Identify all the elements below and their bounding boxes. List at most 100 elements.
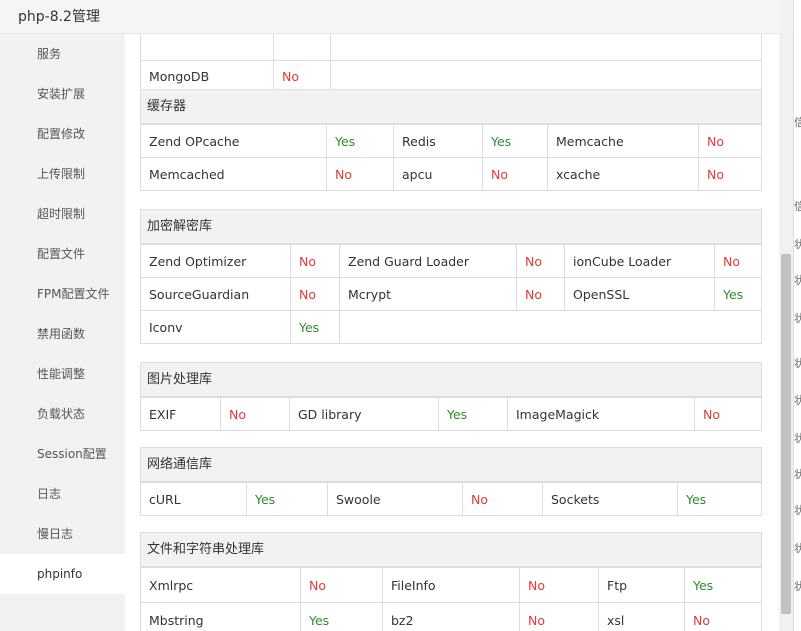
extension-table: Zend OPcache Yes Redis Yes Memcache No M… bbox=[140, 124, 762, 191]
table-row: Memcached No apcu No xcache No bbox=[140, 157, 762, 191]
sidebar-item-disabled-functions[interactable]: 禁用函数 bbox=[0, 314, 125, 354]
extension-name: Zend Guard Loader bbox=[339, 244, 517, 278]
edge-fragment: 状 bbox=[794, 394, 801, 407]
group-title: 图片处理库 bbox=[140, 362, 762, 397]
extension-name: cURL bbox=[140, 482, 247, 516]
extension-status: No bbox=[519, 602, 599, 631]
extension-status: No bbox=[714, 244, 762, 278]
group-file-string: 文件和字符串处理库 Xmlrpc No FileInfo No Ftp Yes … bbox=[140, 532, 762, 631]
extension-name: EXIF bbox=[140, 397, 221, 431]
edge-fragment: 状 bbox=[794, 432, 801, 445]
extension-name: bz2 bbox=[382, 602, 520, 631]
sidebar-item-log[interactable]: 日志 bbox=[0, 474, 125, 514]
extension-name: Redis bbox=[393, 124, 483, 158]
extension-name: Mbstring bbox=[140, 602, 301, 631]
extension-status: No bbox=[300, 567, 383, 603]
table-row: SourceGuardian No Mcrypt No OpenSSL Yes bbox=[140, 277, 762, 311]
edge-fragment: 状 bbox=[794, 357, 801, 370]
sidebar-item-config-edit[interactable]: 配置修改 bbox=[0, 114, 125, 154]
extension-name: xsl bbox=[598, 602, 685, 631]
extension-status: Yes bbox=[684, 567, 762, 603]
extension-status: Yes bbox=[482, 124, 548, 158]
extension-status: No bbox=[519, 567, 599, 603]
table-row: Zend OPcache Yes Redis Yes Memcache No bbox=[140, 124, 762, 158]
extension-status: No bbox=[482, 157, 548, 191]
window-titlebar: php-8.2管理 bbox=[0, 0, 782, 34]
extension-name: SourceGuardian bbox=[140, 277, 291, 311]
extension-status: No bbox=[290, 277, 340, 311]
group-image: 图片处理库 EXIF No GD library Yes ImageMagick… bbox=[140, 362, 762, 431]
extension-name: xcache bbox=[547, 157, 699, 191]
sidebar-item-upload-limit[interactable]: 上传限制 bbox=[0, 154, 125, 194]
scrollbar-thumb[interactable] bbox=[781, 254, 791, 614]
extension-status: Yes bbox=[714, 277, 762, 311]
group-title: 文件和字符串处理库 bbox=[140, 532, 762, 567]
sidebar: 服务 安装扩展 配置修改 上传限制 超时限制 配置文件 FPM配置文件 禁用函数… bbox=[0, 34, 125, 631]
group-cache: 缓存器 Zend OPcache Yes Redis Yes Memcache … bbox=[140, 89, 762, 191]
extension-status: No bbox=[326, 157, 394, 191]
edge-fragment: 状 bbox=[794, 274, 801, 287]
group-title: 加密解密库 bbox=[140, 209, 762, 244]
extension-status: No bbox=[290, 244, 340, 278]
window-title: php-8.2管理 bbox=[18, 9, 100, 25]
extension-status: No bbox=[516, 277, 565, 311]
empty-cell bbox=[339, 310, 762, 344]
edge-fragment: 状 bbox=[794, 238, 801, 251]
extension-status: No bbox=[698, 157, 762, 191]
extension-table: EXIF No GD library Yes ImageMagick No bbox=[140, 397, 762, 431]
extension-name: Sockets bbox=[542, 482, 678, 516]
extension-table: Xmlrpc No FileInfo No Ftp Yes Mbstring Y… bbox=[140, 567, 762, 631]
sidebar-item-timeout-limit[interactable]: 超时限制 bbox=[0, 194, 125, 234]
extension-status: No bbox=[684, 602, 762, 631]
sidebar-item-slow-log[interactable]: 慢日志 bbox=[0, 514, 125, 554]
extension-name: Zend OPcache bbox=[140, 124, 327, 158]
extension-name: ImageMagick bbox=[507, 397, 695, 431]
edge-fragment: 状 bbox=[794, 504, 801, 517]
sidebar-item-fpm-config-file[interactable]: FPM配置文件 bbox=[0, 274, 125, 314]
extension-status: Yes bbox=[438, 397, 508, 431]
extension-name: ionCube Loader bbox=[564, 244, 715, 278]
group-misc: MongoDB No bbox=[140, 34, 762, 94]
extension-status: No bbox=[698, 124, 762, 158]
extension-status: Yes bbox=[677, 482, 762, 516]
sidebar-item-load-status[interactable]: 负载状态 bbox=[0, 394, 125, 434]
extension-name: Swoole bbox=[327, 482, 463, 516]
phpinfo-panel: MongoDB No 缓存器 Zend OPcache Yes Redis Ye… bbox=[125, 34, 779, 631]
sidebar-item-service[interactable]: 服务 bbox=[0, 34, 125, 74]
sidebar-item-config-file[interactable]: 配置文件 bbox=[0, 234, 125, 274]
extension-name: FileInfo bbox=[382, 567, 520, 603]
sidebar-item-session-config[interactable]: Session配置 bbox=[0, 434, 125, 474]
extension-status: No bbox=[694, 397, 762, 431]
extension-table: MongoDB No bbox=[140, 34, 762, 94]
sidebar-item-performance-tuning[interactable]: 性能调整 bbox=[0, 354, 125, 394]
edge-fragment: 信 bbox=[794, 200, 801, 213]
table-row: Iconv Yes bbox=[140, 310, 762, 344]
sidebar-item-phpinfo[interactable]: phpinfo bbox=[0, 554, 125, 594]
group-encryption: 加密解密库 Zend Optimizer No Zend Guard Loade… bbox=[140, 209, 762, 344]
extension-name: Memcache bbox=[547, 124, 699, 158]
edge-fragment: 信 bbox=[794, 116, 801, 129]
extension-table: cURL Yes Swoole No Sockets Yes bbox=[140, 482, 762, 516]
extension-status: Yes bbox=[326, 124, 394, 158]
table-row: EXIF No GD library Yes ImageMagick No bbox=[140, 397, 762, 431]
extension-status: Yes bbox=[246, 482, 328, 516]
edge-fragment: 状 bbox=[794, 580, 801, 593]
extension-name: Ftp bbox=[598, 567, 685, 603]
sidebar-item-install-extension[interactable]: 安装扩展 bbox=[0, 74, 125, 114]
extension-name: Xmlrpc bbox=[140, 567, 301, 603]
extension-status: Yes bbox=[290, 310, 340, 344]
extension-name: Iconv bbox=[140, 310, 291, 344]
extension-status: Yes bbox=[300, 602, 383, 631]
table-row: Mbstring Yes bz2 No xsl No bbox=[140, 602, 762, 631]
edge-fragment: 状 bbox=[794, 542, 801, 555]
extension-status: No bbox=[516, 244, 565, 278]
table-row: Xmlrpc No FileInfo No Ftp Yes bbox=[140, 567, 762, 603]
extension-name: apcu bbox=[393, 157, 483, 191]
table-row bbox=[140, 34, 762, 61]
extension-name: Memcached bbox=[140, 157, 327, 191]
table-row: Zend Optimizer No Zend Guard Loader No i… bbox=[140, 244, 762, 278]
group-title: 缓存器 bbox=[140, 89, 762, 124]
group-title: 网络通信库 bbox=[140, 447, 762, 482]
table-row: cURL Yes Swoole No Sockets Yes bbox=[140, 482, 762, 516]
extension-status: No bbox=[220, 397, 290, 431]
